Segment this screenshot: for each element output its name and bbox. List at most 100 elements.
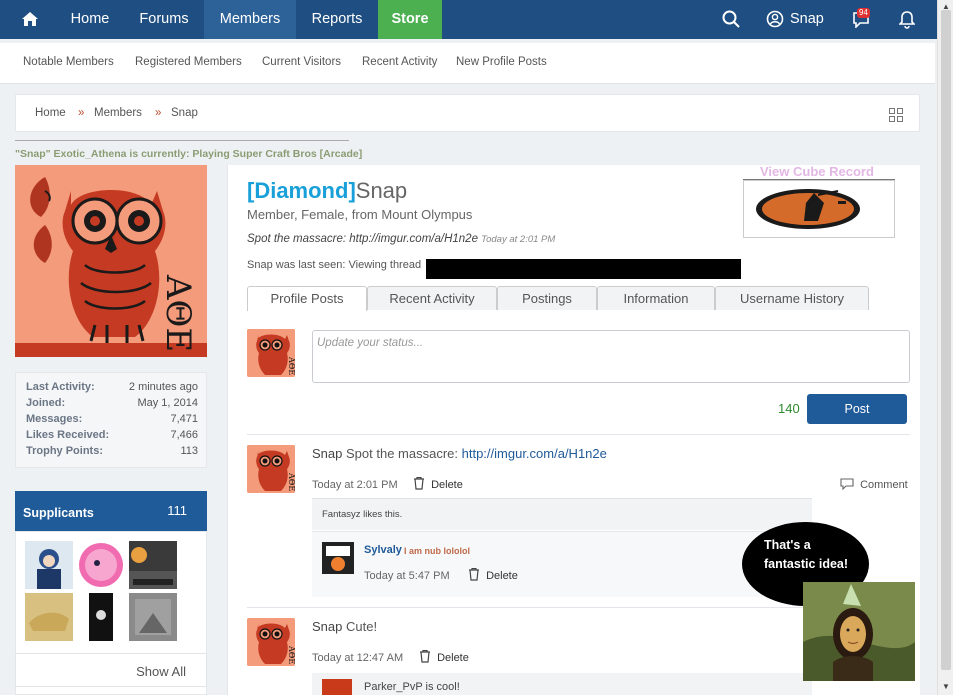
- subnav-registered-members[interactable]: Registered Members: [135, 56, 242, 68]
- profile-avatar[interactable]: ΑΘΕ: [15, 165, 207, 357]
- stat-label: Likes Received:: [26, 429, 110, 441]
- reply-author[interactable]: Sylvaly: [364, 544, 402, 556]
- divider: [247, 434, 910, 435]
- tab-username-history[interactable]: Username History: [715, 286, 869, 310]
- profile-username: [Diamond]Snap: [247, 178, 407, 204]
- nav-members[interactable]: Members: [204, 0, 296, 39]
- reply-delete-button[interactable]: Delete: [468, 567, 518, 582]
- supplicant-avatar[interactable]: [129, 593, 177, 641]
- post-author[interactable]: Snap: [312, 619, 342, 634]
- stat-label: Joined:: [26, 397, 66, 409]
- breadcrumb-separator: »: [78, 107, 85, 119]
- supplicant-avatar[interactable]: [25, 541, 73, 589]
- profile-name: Snap: [355, 178, 408, 203]
- nav-forums[interactable]: Forums: [128, 0, 200, 39]
- svg-text:ΑΘΕ: ΑΘΕ: [287, 645, 295, 664]
- stat-value: 113: [180, 445, 198, 457]
- user-icon: [766, 10, 784, 28]
- stat-row: Joined: May 1, 2014: [26, 397, 198, 413]
- bell-icon[interactable]: [892, 0, 922, 39]
- post-text: Spot the massacre:: [346, 446, 462, 461]
- messages-icon[interactable]: [848, 0, 876, 39]
- subnav-notable-members[interactable]: Notable Members: [23, 56, 114, 68]
- post-text: Cute!: [346, 619, 378, 634]
- stat-label: Trophy Points:: [26, 445, 103, 457]
- post-likes: Fantasyz likes this.: [312, 498, 812, 530]
- scrollbar[interactable]: ▲ ▼: [937, 0, 953, 695]
- search-icon[interactable]: [716, 0, 746, 39]
- trash-icon: [420, 649, 430, 663]
- delete-label: Delete: [431, 479, 463, 491]
- breadcrumb-members[interactable]: Members: [94, 107, 142, 119]
- stat-label: Messages:: [26, 413, 83, 425]
- profile-post: Snap Spot the massacre: http://imgur.com…: [312, 446, 607, 461]
- post-author-avatar[interactable]: ΑΘΕ: [247, 618, 295, 666]
- stat-value: 7,466: [170, 429, 198, 441]
- trash-icon: [414, 476, 424, 490]
- delete-button[interactable]: Delete: [413, 476, 463, 491]
- character-counter: 140: [778, 401, 800, 416]
- delete-button[interactable]: Delete: [419, 649, 469, 664]
- subnav-current-visitors[interactable]: Current Visitors: [262, 56, 341, 68]
- reply-time[interactable]: Today at 5:47 PM: [364, 570, 450, 582]
- user-menu[interactable]: Snap: [762, 0, 832, 39]
- scroll-down-icon[interactable]: ▼: [938, 682, 953, 691]
- show-all-button[interactable]: Show All: [15, 653, 207, 687]
- supplicants-title: Supplicants: [23, 506, 94, 520]
- reply-author-avatar[interactable]: [322, 542, 354, 574]
- reply-text: I am nub lololol: [404, 546, 470, 556]
- member-stats: Last Activity: 2 minutes ago Joined: May 1…: [15, 372, 207, 468]
- redaction-bar: [426, 259, 741, 279]
- post-button[interactable]: Post: [807, 394, 907, 424]
- profile-post: Snap Cute!: [312, 619, 377, 634]
- svg-text:ΑΘΕ: ΑΘΕ: [287, 356, 295, 375]
- breadcrumb-home[interactable]: Home: [35, 107, 66, 119]
- supplicant-avatar[interactable]: [129, 541, 177, 589]
- svg-text:ΑΘΕ: ΑΘΕ: [158, 274, 198, 352]
- post-time[interactable]: Today at 2:01 PM: [312, 479, 398, 491]
- supplicants-header: Supplicants 111: [15, 491, 207, 531]
- mona-lisa-image: [803, 582, 915, 681]
- nav-reports[interactable]: Reports: [300, 0, 374, 39]
- trash-icon: [469, 567, 479, 581]
- show-all-label: Show All: [136, 664, 186, 679]
- grid-icon[interactable]: [889, 108, 903, 122]
- tab-postings[interactable]: Postings: [497, 286, 597, 310]
- likes-text[interactable]: Parker_PvP is cool!: [364, 681, 460, 693]
- supplicants-count: 111: [167, 503, 187, 518]
- profile-subtitle: Member, Female, from Mount Olympus: [247, 207, 473, 222]
- post-author[interactable]: Snap: [312, 446, 342, 461]
- post-link[interactable]: http://imgur.com/a/H1n2e: [462, 446, 607, 461]
- subnav-new-profile-posts[interactable]: New Profile Posts: [456, 56, 547, 68]
- cube-record-image[interactable]: [743, 180, 895, 238]
- post-time[interactable]: Today at 12:47 AM: [312, 652, 403, 664]
- likes-text[interactable]: Fantasyz likes this.: [322, 509, 402, 520]
- comment-button[interactable]: Comment: [840, 478, 908, 491]
- supplicant-avatar[interactable]: [77, 541, 125, 589]
- breadcrumb-current[interactable]: Snap: [171, 107, 198, 119]
- status-update-input[interactable]: Update your status...: [312, 330, 910, 383]
- scrollbar-thumb[interactable]: [941, 10, 951, 670]
- home-icon[interactable]: [10, 0, 50, 39]
- tab-information[interactable]: Information: [597, 286, 715, 310]
- user-name: Snap: [790, 11, 824, 27]
- top-navigation: Home Forums Members Reports Store Snap 9…: [0, 0, 937, 39]
- nav-home[interactable]: Home: [58, 0, 122, 39]
- profile-status-text: Spot the massacre: http://imgur.com/a/H1…: [247, 233, 478, 245]
- view-cube-record-link[interactable]: View Cube Record: [760, 164, 874, 179]
- bubble-line-2: fantastic idea!: [764, 557, 849, 571]
- supplicant-avatar[interactable]: [25, 593, 73, 641]
- supplicant-avatar[interactable]: [77, 593, 125, 641]
- stat-row: Messages: 7,471: [26, 413, 198, 429]
- post-likes: Parker_PvP is cool!: [312, 673, 812, 695]
- profile-status-time: Today at 2:01 PM: [481, 234, 556, 245]
- tab-recent-activity[interactable]: Recent Activity: [367, 286, 497, 310]
- stat-row: Likes Received: 7,466: [26, 429, 198, 445]
- comment-reply: Sylvaly I am nub lololol Today at 5:47 P…: [312, 531, 812, 597]
- liker-avatar[interactable]: [322, 679, 352, 695]
- tab-profile-posts[interactable]: Profile Posts: [247, 286, 367, 311]
- post-author-avatar[interactable]: ΑΘΕ: [247, 445, 295, 493]
- stat-row: Trophy Points: 113: [26, 445, 198, 461]
- nav-store[interactable]: Store: [378, 0, 442, 39]
- subnav-recent-activity[interactable]: Recent Activity: [362, 56, 437, 68]
